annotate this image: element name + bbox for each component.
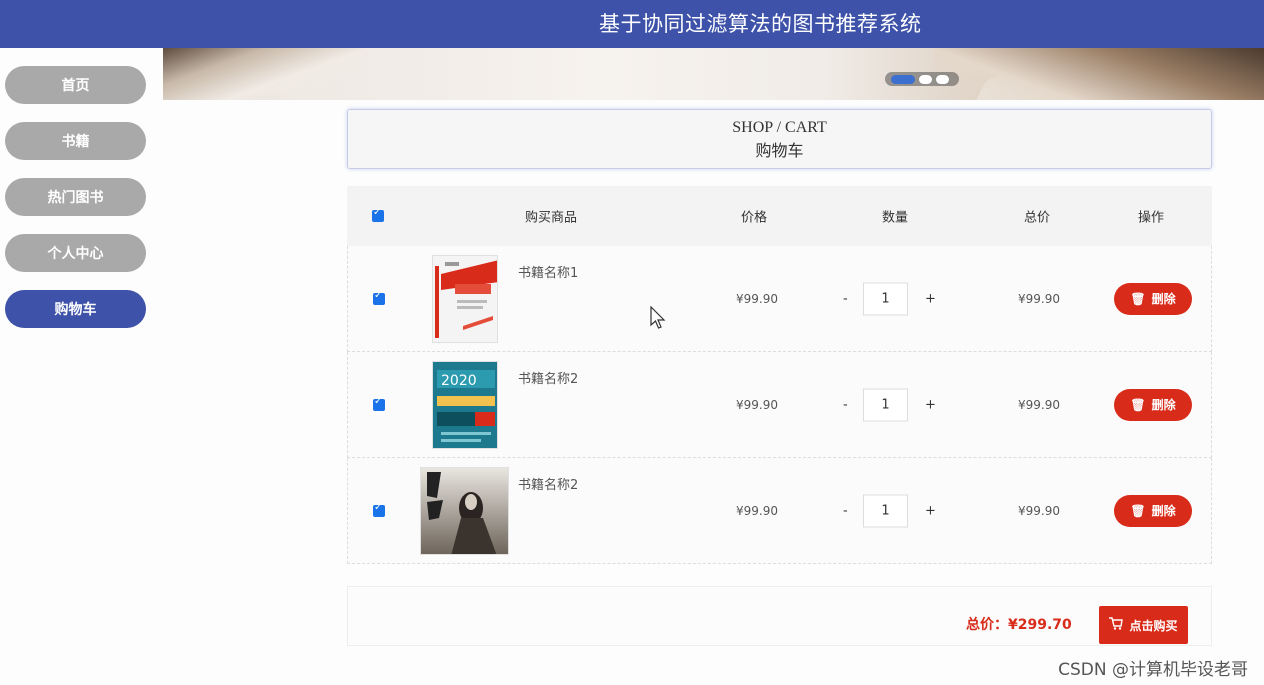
app-title: 基于协同过滤算法的图书推荐系统	[599, 12, 922, 36]
carousel-dot[interactable]	[936, 74, 949, 84]
quantity-input[interactable]: 1	[863, 282, 908, 315]
column-product: 购买商品	[525, 210, 578, 226]
book-cover-image[interactable]	[432, 255, 498, 343]
row-checkbox[interactable]	[373, 290, 385, 305]
quantity-input[interactable]: 1	[863, 494, 908, 527]
table-header: 购买商品 价格 数量 总价 操作	[347, 186, 1212, 246]
cart-header-cn: 购物车	[755, 143, 804, 160]
banner-carousel	[163, 48, 1264, 100]
table-row: 书籍名称2 ¥99.90 - 1 + ¥99.90 🗑 删除	[347, 458, 1212, 564]
cart-header: SHOP / CART 购物车	[347, 109, 1212, 169]
column-action: 操作	[1138, 210, 1165, 226]
cart-header-en: SHOP / CART	[732, 119, 827, 136]
delete-button[interactable]: 🗑 删除	[1114, 388, 1192, 421]
increase-qty-button[interactable]: +	[925, 397, 936, 412]
carousel-dot[interactable]	[919, 74, 932, 84]
svg-text:2020: 2020	[441, 373, 477, 389]
book-name[interactable]: 书籍名称2	[518, 368, 578, 387]
column-total: 总价	[1024, 210, 1051, 226]
watermark: CSDN @计算机毕设老哥	[1058, 660, 1248, 680]
carousel-dot[interactable]	[891, 74, 915, 84]
column-price: 价格	[741, 210, 768, 226]
trash-icon: 🗑	[1130, 503, 1146, 518]
cart-icon	[1109, 617, 1124, 633]
decrease-qty-button[interactable]: -	[843, 503, 848, 518]
table-row: 书籍名称1 ¥99.90 - 1 + ¥99.90 🗑 删除	[347, 246, 1212, 352]
top-bar: 基于协同过滤算法的图书推荐系统	[0, 0, 1264, 48]
book-cover-image[interactable]	[420, 467, 509, 555]
delete-button[interactable]: 🗑 删除	[1114, 494, 1192, 527]
row-total: ¥99.90	[1018, 503, 1060, 518]
unit-price: ¥99.90	[736, 397, 778, 412]
sidebar-item-books[interactable]: 书籍	[5, 122, 146, 160]
row-total: ¥99.90	[1018, 291, 1060, 306]
trash-icon: 🗑	[1130, 291, 1146, 306]
row-checkbox[interactable]	[373, 502, 385, 517]
delete-label: 删除	[1151, 292, 1176, 306]
quantity-input[interactable]: 1	[863, 388, 908, 421]
sidebar-item-home[interactable]: 首页	[5, 66, 146, 104]
cart-footer: 总价：¥299.70 点击购买	[347, 586, 1212, 646]
book-name[interactable]: 书籍名称2	[518, 474, 578, 493]
sidebar-item-popular[interactable]: 热门图书	[5, 178, 146, 216]
select-all-checkbox[interactable]	[372, 207, 384, 222]
column-quantity: 数量	[882, 210, 909, 226]
sidebar: 首页 书籍 热门图书 个人中心 购物车	[5, 66, 146, 346]
delete-button[interactable]: 🗑 删除	[1114, 282, 1192, 315]
buy-label: 点击购买	[1129, 618, 1178, 633]
book-name[interactable]: 书籍名称1	[518, 262, 578, 281]
grand-total: 总价：¥299.70	[966, 617, 1072, 633]
increase-qty-button[interactable]: +	[925, 503, 936, 518]
carousel-indicators	[885, 72, 959, 86]
table-row: 2020 书籍名称2 ¥99.90 - 1 + ¥99.90 🗑 删除	[347, 352, 1212, 458]
decrease-qty-button[interactable]: -	[843, 291, 848, 306]
sidebar-item-profile[interactable]: 个人中心	[5, 234, 146, 272]
delete-label: 删除	[1151, 398, 1176, 412]
buy-button[interactable]: 点击购买	[1099, 606, 1188, 644]
cart-table: 购买商品 价格 数量 总价 操作 书籍名称1 ¥99.90 - 1 + ¥99.…	[347, 186, 1212, 564]
delete-label: 删除	[1151, 504, 1176, 518]
trash-icon: 🗑	[1130, 397, 1146, 412]
row-checkbox[interactable]	[373, 396, 385, 411]
unit-price: ¥99.90	[736, 291, 778, 306]
sidebar-item-cart[interactable]: 购物车	[5, 290, 146, 328]
row-total: ¥99.90	[1018, 397, 1060, 412]
increase-qty-button[interactable]: +	[925, 291, 936, 306]
unit-price: ¥99.90	[736, 503, 778, 518]
book-cover-image[interactable]: 2020	[432, 361, 498, 449]
mouse-cursor-icon	[650, 305, 666, 334]
decrease-qty-button[interactable]: -	[843, 397, 848, 412]
